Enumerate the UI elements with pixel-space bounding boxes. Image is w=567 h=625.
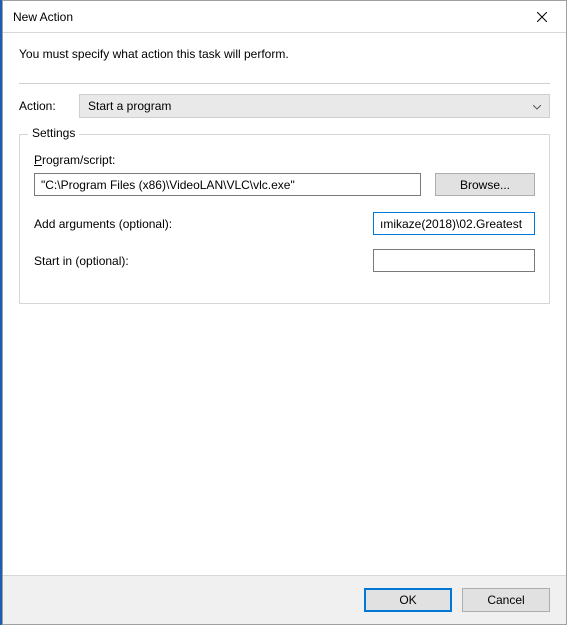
chevron-down-icon xyxy=(533,99,541,113)
titlebar: New Action xyxy=(3,1,566,33)
settings-legend: Settings xyxy=(28,126,79,140)
spacer xyxy=(19,304,550,575)
dialog-footer: OK Cancel xyxy=(3,575,566,624)
close-icon xyxy=(537,12,547,22)
arguments-input[interactable] xyxy=(373,212,535,235)
action-label: Action: xyxy=(19,99,69,113)
action-row: Action: Start a program xyxy=(19,94,550,118)
browse-button[interactable]: Browse... xyxy=(435,173,535,196)
program-row: Browse... xyxy=(34,173,535,196)
startin-row: Start in (optional): xyxy=(34,249,535,272)
action-selected: Start a program xyxy=(88,99,171,113)
arguments-label: Add arguments (optional): xyxy=(34,217,373,231)
window-title: New Action xyxy=(13,10,519,24)
ok-button[interactable]: OK xyxy=(364,588,452,612)
arguments-row: Add arguments (optional): xyxy=(34,212,535,235)
startin-input[interactable] xyxy=(373,249,535,272)
cancel-button[interactable]: Cancel xyxy=(462,588,550,612)
program-input[interactable] xyxy=(34,173,421,196)
action-dropdown[interactable]: Start a program xyxy=(79,94,550,118)
settings-group: Settings Program/script: Browse... Add a… xyxy=(19,134,550,304)
instruction-text: You must specify what action this task w… xyxy=(19,47,550,61)
program-label: Program/script: xyxy=(34,153,535,167)
close-button[interactable] xyxy=(519,2,564,32)
dialog-content: You must specify what action this task w… xyxy=(3,33,566,575)
startin-label: Start in (optional): xyxy=(34,254,373,268)
divider xyxy=(19,83,550,84)
new-action-dialog: New Action You must specify what action … xyxy=(2,0,567,625)
